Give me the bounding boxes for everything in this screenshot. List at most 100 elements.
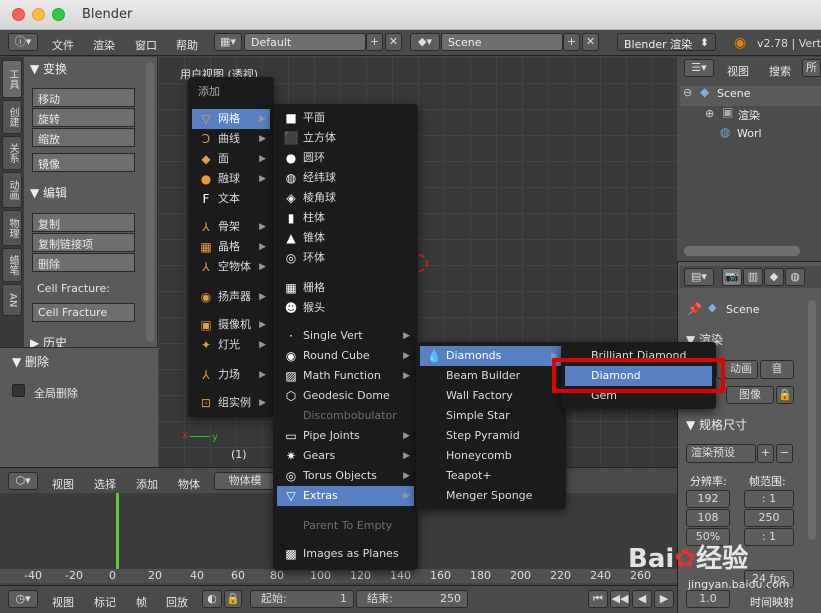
add-preset-button[interactable]: + xyxy=(757,444,774,463)
scene-field[interactable]: Scene xyxy=(441,33,563,51)
3d-editor-type-icon[interactable]: ⬡▾ xyxy=(8,472,38,490)
mesh-menu-item[interactable]: Discombobulator xyxy=(277,406,414,426)
mesh-menu-item[interactable]: ▩ Images as Planes xyxy=(277,544,414,564)
add-menu-item[interactable]: ⅄ 力场 ▶ xyxy=(192,365,270,385)
mesh-menu-item[interactable]: ▲ 锥体 xyxy=(277,228,414,248)
display-mode-select[interactable]: 图像 xyxy=(726,386,774,404)
transform-panel-title[interactable]: ▼ 变换 xyxy=(30,60,67,77)
mesh-menu-item[interactable]: ■ 平面 xyxy=(277,108,414,128)
edit-panel-title[interactable]: ▼ 编辑 xyxy=(30,184,67,201)
timeline-menu-marker[interactable]: 标记 xyxy=(94,594,116,610)
timeline-menu-view[interactable]: 视图 xyxy=(52,594,74,610)
add-menu-item[interactable]: F 文本 xyxy=(192,189,270,209)
mesh-menu-item[interactable]: ▦ 栅格 xyxy=(277,278,414,298)
rotate-button[interactable]: 旋转 xyxy=(32,108,135,127)
add-menu-item[interactable]: ● 融球 ▶ xyxy=(192,169,270,189)
layout-field[interactable]: Default xyxy=(244,33,366,51)
render-audio-button[interactable]: 音 xyxy=(760,360,794,379)
mesh-menu-item[interactable]: · Single Vert ▶ xyxy=(277,326,414,346)
outliner-editor-icon[interactable]: ☰▾ xyxy=(684,59,714,77)
tab-create[interactable]: 创建 xyxy=(2,100,22,134)
tab-tools[interactable]: 工具 xyxy=(2,60,22,98)
scene-icon[interactable]: ◆▾ xyxy=(410,33,440,51)
jump-start-icon[interactable]: ⏮ xyxy=(588,590,608,608)
3d-menu-view[interactable]: 视图 xyxy=(52,476,74,492)
mirror-button[interactable]: 镜像 xyxy=(32,153,135,172)
outliner-menu-view[interactable]: 视图 xyxy=(727,63,749,79)
keying-icon[interactable]: ◐ xyxy=(202,590,222,608)
tab-an[interactable]: AN xyxy=(2,284,22,316)
object-mode-select[interactable]: 物体模 xyxy=(214,472,276,490)
frame-end-field[interactable]: 250 xyxy=(744,509,794,527)
editor-type-info-button[interactable]: ⓘ▾ xyxy=(8,33,38,51)
mesh-menu-item[interactable]: ◎ Torus Objects ▶ xyxy=(277,466,414,486)
global-delete-checkbox[interactable] xyxy=(12,384,25,397)
render-layer-context-icon[interactable]: ▥ xyxy=(743,268,763,286)
delete-panel-title[interactable]: ▼ 删除 xyxy=(12,353,49,370)
scale-button[interactable]: 缩放 xyxy=(32,128,135,147)
extras-menu-item[interactable]: Teapot+ xyxy=(420,466,562,486)
remove-preset-button[interactable]: − xyxy=(776,444,793,463)
3d-menu-object[interactable]: 物体 xyxy=(178,476,200,492)
frame-start-field[interactable]: : 1 xyxy=(744,490,794,508)
resolution-y-field[interactable]: 108 xyxy=(686,509,730,527)
extras-menu-item[interactable]: Step Pyramid xyxy=(420,426,562,446)
remove-scene-button[interactable]: ✕ xyxy=(582,33,599,51)
scene-context-icon[interactable]: ◆ xyxy=(764,268,784,286)
mesh-menu-item[interactable]: ▨ Math Function ▶ xyxy=(277,366,414,386)
3d-menu-add[interactable]: 添加 xyxy=(136,476,158,492)
tool-shelf-scrollbar[interactable] xyxy=(146,62,154,342)
mesh-menu-item[interactable]: ◉ Round Cube ▶ xyxy=(277,346,414,366)
lock-range-icon[interactable]: 🔒 xyxy=(224,590,242,608)
collapse-icon[interactable]: ⊖ xyxy=(683,86,692,99)
resolution-x-field[interactable]: 192 xyxy=(686,490,730,508)
delete-button[interactable]: 删除 xyxy=(32,253,135,272)
render-animation-button[interactable]: 动画 xyxy=(724,360,758,379)
world-context-icon[interactable]: ◍ xyxy=(785,268,805,286)
prev-keyframe-icon[interactable]: ◀◀ xyxy=(610,590,630,608)
3d-menu-select[interactable]: 选择 xyxy=(94,476,116,492)
add-scene-button[interactable]: + xyxy=(563,33,580,51)
outliner-menu-search[interactable]: 搜索 xyxy=(769,63,791,79)
add-layout-button[interactable]: + xyxy=(366,33,383,51)
pin-icon[interactable]: 📌 xyxy=(687,302,702,316)
add-menu-item[interactable]: ▦ 晶格 ▶ xyxy=(192,237,270,257)
render-preset-select[interactable]: 渲染预设 xyxy=(686,444,756,463)
add-menu-item[interactable]: ▣ 摄像机 ▶ xyxy=(192,315,270,335)
cell-fracture-button[interactable]: Cell Fracture xyxy=(32,303,135,322)
extras-menu-item[interactable]: 💧 ▶ Diamonds xyxy=(420,346,562,366)
timeline-menu-playback[interactable]: 回放 xyxy=(166,594,188,610)
menu-window[interactable]: 窗口 xyxy=(135,37,157,53)
mesh-menu-item[interactable]: ▮ 柱体 xyxy=(277,208,414,228)
tab-physics[interactable]: 物理 xyxy=(2,210,22,246)
mesh-menu-item[interactable]: ◎ 环体 xyxy=(277,248,414,268)
mesh-menu-item[interactable]: ⬡ Geodesic Dome xyxy=(277,386,414,406)
add-menu-item[interactable]: ◆ 面 ▶ xyxy=(192,149,270,169)
mesh-menu-item[interactable]: ▽ Extras ▶ xyxy=(277,486,414,506)
current-frame-marker[interactable] xyxy=(116,493,119,569)
time-remap-old-field[interactable]: 1.0 xyxy=(686,590,730,608)
lock-interface-icon[interactable]: 🔒 xyxy=(776,386,794,404)
zoom-window-button[interactable] xyxy=(52,8,65,21)
add-menu-item[interactable]: ◉ 扬声器 ▶ xyxy=(192,287,270,307)
play-reverse-icon[interactable]: ◀ xyxy=(632,590,652,608)
tab-animation[interactable]: 动画 xyxy=(2,172,22,208)
render-engine-select[interactable]: Blender 渲染 ⬍ xyxy=(617,33,716,51)
mesh-menu-item[interactable]: ◍ 经纬球 xyxy=(277,168,414,188)
extras-menu-item[interactable]: Honeycomb xyxy=(420,446,562,466)
remove-layout-button[interactable]: ✕ xyxy=(385,33,402,51)
mesh-menu-item[interactable]: ⬛ 立方体 xyxy=(277,128,414,148)
mesh-menu-item[interactable]: ✷ Gears ▶ xyxy=(277,446,414,466)
add-menu-item[interactable]: ⊡ 组实例 ▶ xyxy=(192,393,270,413)
tab-grease-pencil[interactable]: 蜡笔 xyxy=(2,248,22,282)
timeline-editor-icon[interactable]: ◷▾ xyxy=(8,590,38,608)
mesh-menu-item[interactable]: ▭ Pipe Joints ▶ xyxy=(277,426,414,446)
timeline-menu-frame[interactable]: 帧 xyxy=(136,594,147,610)
properties-scrollbar[interactable] xyxy=(808,300,816,540)
outliner-hscrollbar[interactable] xyxy=(684,246,800,256)
duplicate-linked-button[interactable]: 复制链接项 xyxy=(32,233,135,252)
mesh-menu-item[interactable]: Parent To Empty xyxy=(277,516,414,536)
extras-menu-item[interactable]: Beam Builder xyxy=(420,366,562,386)
mesh-menu-item[interactable]: ● 圆环 xyxy=(277,148,414,168)
frame-step-field[interactable]: : 1 xyxy=(744,528,794,546)
